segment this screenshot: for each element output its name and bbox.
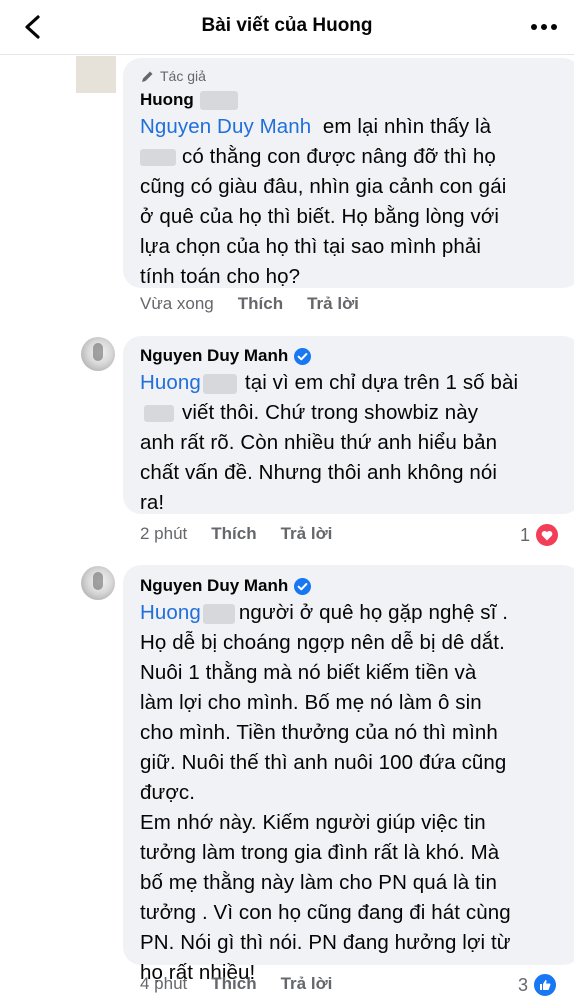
comment-line: tưởng . Vì con họ cũng đang đi hát cùng <box>140 901 511 924</box>
comment-meta: 4 phút Thích Trả lời <box>140 974 332 994</box>
comment-line: giữ. Nuôi thế thì anh nuôi 100 đứa cũng <box>140 751 507 774</box>
comment-line: anh rất rõ. Còn nhiều thứ anh hiểu bản <box>140 431 498 454</box>
timestamp: Vừa xong <box>140 294 214 313</box>
comment-line: có thằng con được nâng đỡ thì họ <box>182 145 496 168</box>
reaction-summary[interactable]: 1 <box>520 522 561 548</box>
comment-line: cho mình. Tiền thưởng của nó thì mình <box>140 721 498 744</box>
commenter-name-text: Nguyen Duy Manh <box>140 346 289 365</box>
like-button[interactable]: Thích <box>211 524 256 544</box>
pen-icon <box>142 71 153 82</box>
comment-line: tính toán cho họ? <box>140 265 301 288</box>
mention-link[interactable]: Nguyen Duy Manh <box>140 115 311 138</box>
avatar[interactable] <box>76 56 116 93</box>
reaction-count: 3 <box>518 974 529 995</box>
comment-line: PN. Nói gì thì nói. PN đang hưởng lợi từ <box>140 931 511 954</box>
like-button[interactable]: Thích <box>211 974 256 994</box>
comment-body: Huong người ở quê họ gặp nghệ sĩ . Họ dễ … <box>140 598 574 988</box>
comment-body: Nguyen Duy Manh em lại nhìn thấy là có t… <box>140 112 574 292</box>
verified-badge-icon <box>294 577 312 595</box>
reply-button[interactable]: Trả lời <box>281 524 333 544</box>
comment-line: ra! <box>140 491 165 514</box>
comment-body: Huong tại vì em chỉ dựa trên 1 số bài viế… <box>140 368 574 518</box>
comment-line: tại vì em chỉ dựa trên 1 số bài <box>244 371 519 394</box>
reaction-count: 1 <box>520 524 531 545</box>
blurred-name <box>202 603 235 624</box>
more-dots-icon <box>531 24 557 30</box>
comment-line: Em nhớ này. Kiếm người giúp việc tin <box>140 811 486 834</box>
commenter-name-text: Huong <box>140 90 194 109</box>
more-options-button[interactable] <box>524 10 564 44</box>
comment-line: được. <box>140 781 196 804</box>
author-badge: Tác giả <box>140 68 206 84</box>
comment-line: chất vấn đề. Nhưng thôi anh không nói <box>140 461 498 484</box>
top-bar: Bài viết của Huong <box>0 0 574 55</box>
reaction-summary[interactable]: 3 <box>518 972 559 998</box>
mention-link[interactable]: Huong <box>140 601 201 624</box>
verified-badge-icon <box>294 347 312 365</box>
reply-button[interactable]: Trả lời <box>281 974 333 994</box>
author-badge-label: Tác giả <box>160 68 206 84</box>
comment-line: Họ dễ bị choáng ngợp nên dễ bị dê dắt. <box>140 631 505 654</box>
blurred-name <box>202 373 237 394</box>
comment-line: cũng có giàu đâu, nhìn gia cảnh con gái <box>140 175 507 198</box>
avatar[interactable] <box>81 566 115 600</box>
avatar[interactable] <box>81 337 115 371</box>
commenter-name-text: Nguyen Duy Manh <box>140 576 289 595</box>
timestamp: 4 phút <box>140 974 188 993</box>
comment-line: Nuôi 1 thằng mà nó biết kiếm tiền và <box>140 661 477 684</box>
page-title: Bài viết của Huong <box>201 15 373 36</box>
comment-line: ở quê của họ thì biết. Họ bằng lòng với <box>140 205 500 228</box>
comment-line: em lại nhìn thấy là <box>322 115 492 138</box>
blurred-word <box>140 149 176 167</box>
comment-line: tưởng làm trong gia đình rất là khó. Mà <box>140 841 500 864</box>
mention-link[interactable]: Huong <box>140 371 201 394</box>
blurred-name <box>199 90 238 110</box>
reply-button[interactable]: Trả lời <box>307 294 359 314</box>
like-button[interactable]: Thích <box>238 294 283 314</box>
thumbs-up-icon <box>532 972 559 998</box>
timestamp: 2 phút <box>140 524 188 543</box>
comment-line: bố mẹ thằng này làm cho PN quá là tin <box>140 871 497 894</box>
comment-line: lựa chọn của họ thì tại sao mình phải <box>140 235 482 258</box>
heart-icon <box>534 522 561 548</box>
comment-meta: Vừa xong Thích Trả lời <box>140 294 359 314</box>
commenter-name[interactable]: Huong <box>140 90 238 110</box>
commenter-name[interactable]: Nguyen Duy Manh <box>140 346 312 366</box>
comment-line: làm lợi cho mình. Bố mẹ nó làm ô sin <box>140 691 482 714</box>
commenter-name[interactable]: Nguyen Duy Manh <box>140 576 312 596</box>
blurred-word <box>144 405 174 423</box>
comment-meta: 2 phút Thích Trả lời <box>140 524 332 544</box>
comment-line: người ở quê họ gặp nghệ sĩ . <box>238 601 509 624</box>
comment-line: viết thôi. Chứ trong showbiz này <box>182 401 479 424</box>
